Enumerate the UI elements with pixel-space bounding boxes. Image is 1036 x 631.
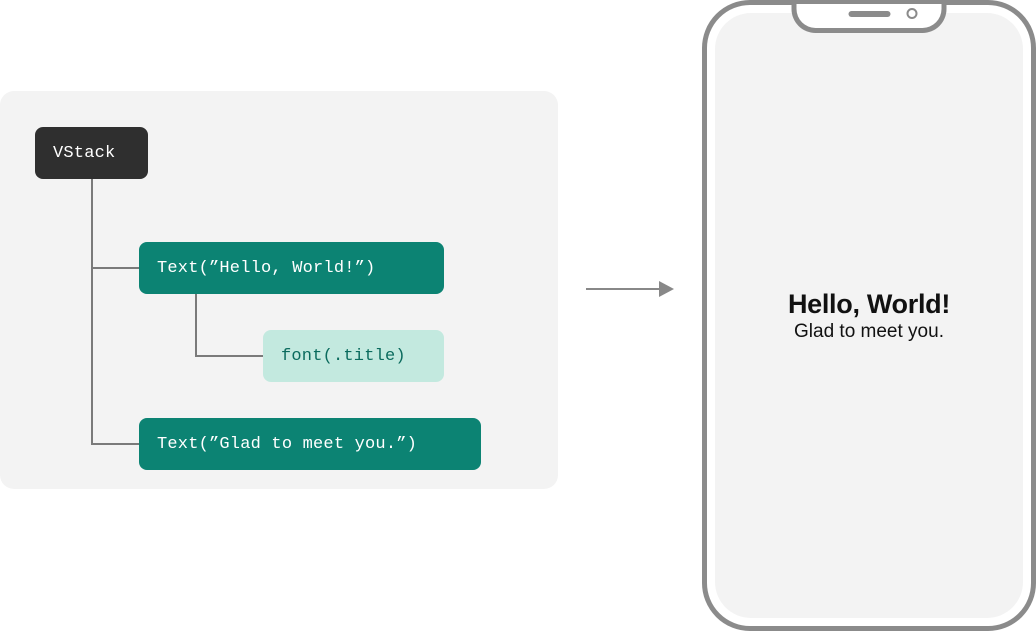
preview-body: Glad to meet you. bbox=[788, 321, 950, 343]
code-tree-panel: VStack Text(”Hello, World!”) font(.title… bbox=[0, 91, 558, 489]
node-vstack: VStack bbox=[35, 127, 148, 179]
connector-line bbox=[91, 179, 93, 445]
node-font-modifier: font(.title) bbox=[263, 330, 444, 382]
node-label: VStack bbox=[53, 144, 115, 163]
connector-line bbox=[196, 355, 263, 357]
node-label: font(.title) bbox=[281, 347, 406, 366]
diagram-stage: VStack Text(”Hello, World!”) font(.title… bbox=[0, 0, 1036, 631]
phone-frame: Hello, World! Glad to meet you. bbox=[702, 0, 1036, 631]
connector-line bbox=[92, 443, 139, 445]
node-label: Text(”Glad to meet you.”) bbox=[157, 435, 417, 454]
phone-screen: Hello, World! Glad to meet you. bbox=[715, 13, 1023, 618]
camera-icon bbox=[907, 8, 918, 19]
preview-content: Hello, World! Glad to meet you. bbox=[788, 289, 950, 343]
arrow-icon bbox=[586, 288, 667, 290]
node-text-hello: Text(”Hello, World!”) bbox=[139, 242, 444, 294]
phone-notch bbox=[792, 4, 947, 33]
node-label: Text(”Hello, World!”) bbox=[157, 259, 375, 278]
arrow-head-icon bbox=[659, 281, 674, 297]
connector-line bbox=[195, 294, 197, 357]
preview-title: Hello, World! bbox=[788, 289, 950, 320]
speaker-icon bbox=[848, 11, 890, 17]
connector-line bbox=[92, 267, 139, 269]
node-text-glad: Text(”Glad to meet you.”) bbox=[139, 418, 481, 470]
